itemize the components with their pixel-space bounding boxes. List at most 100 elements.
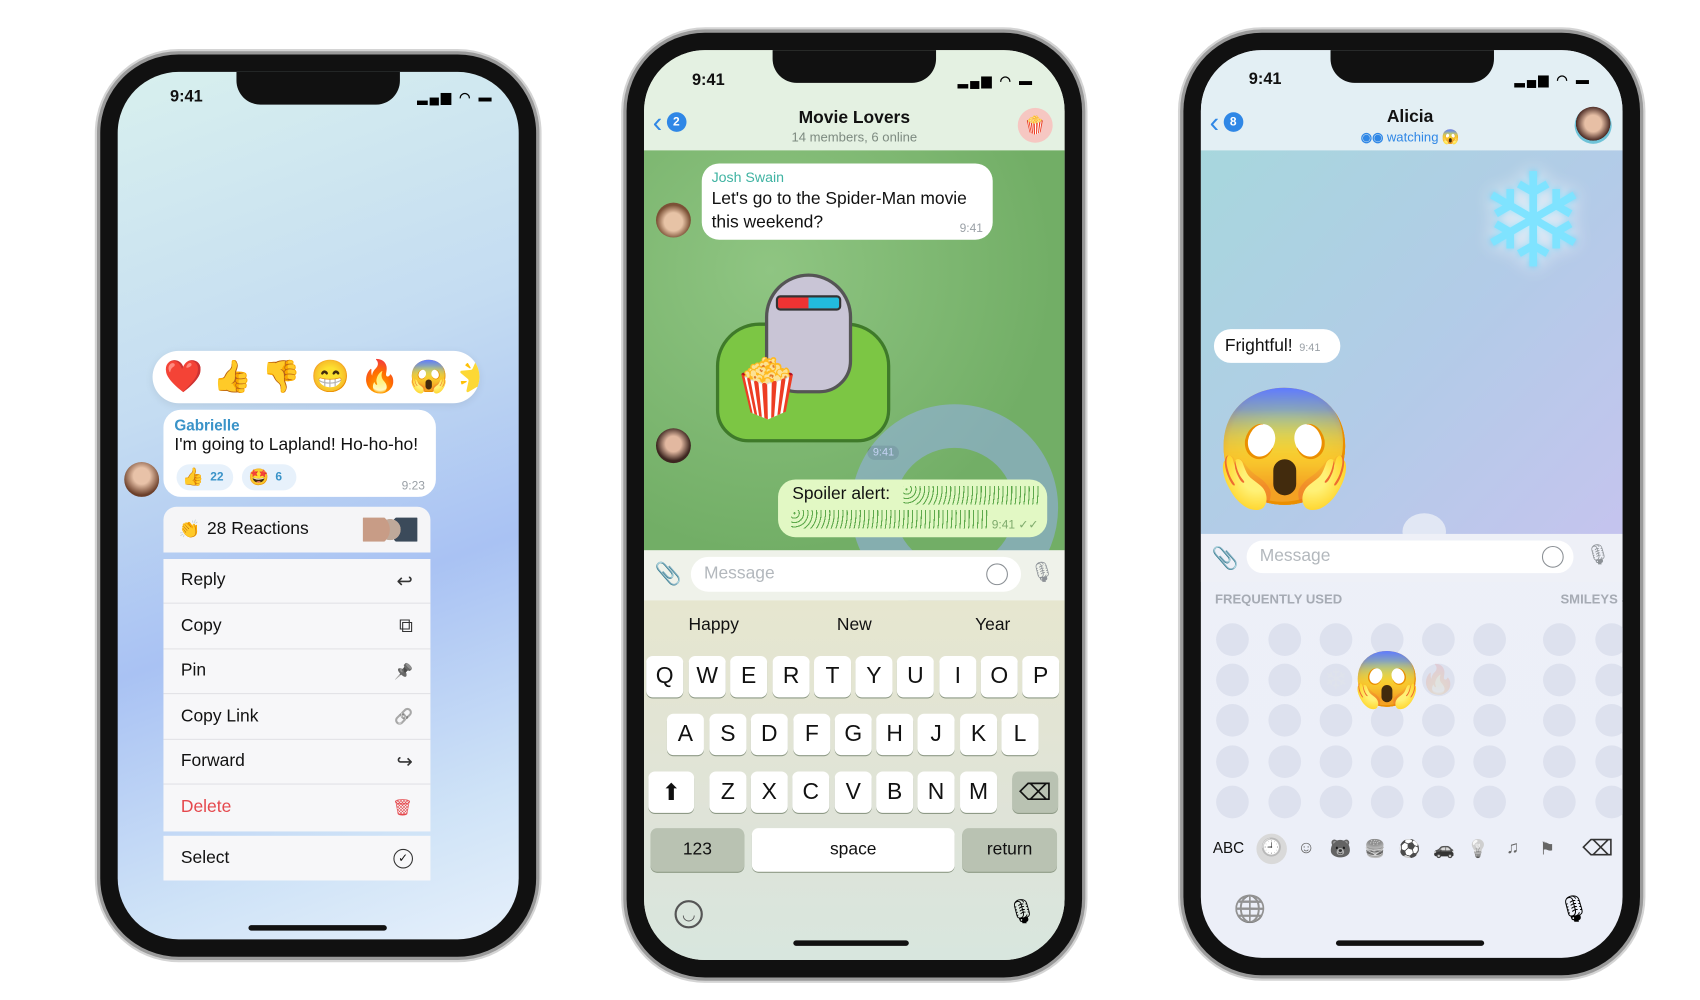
message-bubble[interactable]: Josh Swain Let's go to the Spider-Man mo…	[701, 163, 993, 240]
spoiler-hidden-text[interactable]	[903, 486, 1040, 505]
reaction-heart[interactable]: ❤️	[163, 359, 202, 396]
emoji-placeholder[interactable]	[1319, 623, 1353, 656]
sticker-armchair[interactable]: 🍿	[705, 268, 901, 453]
emoji-placeholder[interactable]	[1543, 745, 1576, 779]
key-g[interactable]: G	[834, 713, 872, 756]
key-j[interactable]: J	[917, 713, 955, 756]
key-x[interactable]: X	[750, 771, 788, 813]
emoji-placeholder[interactable]	[1319, 745, 1353, 779]
key-z[interactable]: Z	[709, 771, 747, 813]
reaction-chip-star-eyes[interactable]: 🤩 6	[241, 464, 297, 491]
menu-item-copy-link[interactable]: Copy Link 🔗	[163, 695, 431, 740]
emoji-placeholder[interactable]	[1268, 623, 1302, 656]
mic-icon[interactable]: 🎙	[1586, 544, 1611, 567]
animated-scream-emoji[interactable]: 😱	[1214, 381, 1356, 515]
spoiler-hidden-text[interactable]	[791, 509, 988, 529]
emoji-placeholder[interactable]	[1422, 745, 1455, 779]
emoji-keyboard-icon[interactable]: ◡	[674, 900, 703, 929]
backspace-key[interactable]: ⌫	[1012, 771, 1059, 813]
emoji-placeholder[interactable]	[1216, 785, 1249, 819]
dictation-mic-icon[interactable]: 🎙	[1007, 898, 1037, 926]
space-key[interactable]: space	[751, 828, 955, 872]
category-animals-icon[interactable]: 🐻	[1330, 838, 1352, 860]
key-e[interactable]: E	[730, 655, 768, 698]
reaction-fire[interactable]: 🔥	[360, 359, 399, 396]
key-y[interactable]: Y	[855, 655, 893, 698]
message-bubble[interactable]: Gabrielle I'm going to Lapland! Ho-ho-ho…	[163, 409, 436, 497]
attach-icon[interactable]: 📎	[655, 560, 682, 587]
key-d[interactable]: D	[750, 713, 788, 756]
dictation-mic-icon[interactable]: 🎙	[1557, 894, 1590, 926]
key-h[interactable]: H	[876, 713, 914, 756]
category-symbols-icon[interactable]: ♫	[1506, 839, 1519, 859]
emoji-placeholder[interactable]	[1473, 745, 1506, 779]
message-input[interactable]: Message	[690, 556, 1022, 592]
key-s[interactable]: S	[709, 713, 747, 756]
reaction-thumbs-down[interactable]: 👎	[262, 359, 301, 396]
reactions-summary-row[interactable]: 👏 28 Reactions	[163, 506, 431, 553]
globe-icon[interactable]: 🌐	[1234, 894, 1267, 926]
key-v[interactable]: V	[834, 771, 872, 813]
key-k[interactable]: K	[960, 713, 998, 756]
key-a[interactable]: A	[666, 713, 704, 756]
picked-scream-emoji[interactable]: 😱	[1353, 648, 1421, 712]
menu-item-forward[interactable]: Forward ↪	[163, 740, 431, 785]
reaction-thumbs-up[interactable]: 👍	[213, 359, 252, 396]
key-q[interactable]: Q	[646, 655, 684, 698]
menu-item-select[interactable]: Select ✓	[163, 835, 431, 881]
shift-key[interactable]: ⬆	[648, 771, 695, 813]
category-smileys-icon[interactable]: ☺	[1297, 839, 1315, 859]
emoji-placeholder[interactable]	[1473, 663, 1506, 697]
category-flags-icon[interactable]: ⚑	[1539, 838, 1555, 860]
menu-item-delete[interactable]: Delete 🗑	[163, 785, 430, 830]
key-l[interactable]: L	[1001, 713, 1039, 756]
suggestion-2[interactable]: New	[837, 616, 872, 636]
emoji-placeholder[interactable]	[1216, 703, 1249, 737]
back-button[interactable]: ‹ 8	[1210, 108, 1243, 136]
emoji-placeholder[interactable]	[1268, 663, 1302, 697]
emoji-placeholder[interactable]	[1422, 623, 1455, 656]
emoji-placeholder[interactable]	[1595, 623, 1623, 656]
back-button[interactable]: ‹ 2	[653, 108, 687, 136]
category-travel-icon[interactable]: 🚗	[1433, 838, 1455, 860]
emoji-placeholder[interactable]	[1422, 785, 1455, 819]
attach-icon[interactable]: 📎	[1212, 545, 1239, 572]
emoji-placeholder[interactable]	[1319, 703, 1353, 737]
emoji-placeholder[interactable]	[1268, 785, 1302, 819]
emoji-placeholder[interactable]	[1216, 663, 1249, 697]
menu-item-pin[interactable]: Pin 📌	[163, 649, 431, 695]
category-food-icon[interactable]: 🍔	[1364, 838, 1386, 860]
emoji-placeholder[interactable]	[1595, 785, 1623, 819]
emoji-placeholder[interactable]	[1216, 745, 1249, 779]
group-avatar[interactable]: 🍿	[1017, 107, 1053, 143]
suggestion-3[interactable]: Year	[975, 616, 1010, 636]
key-m[interactable]: M	[960, 771, 998, 813]
category-activity-icon[interactable]: ⚽	[1399, 838, 1421, 860]
emoji-placeholder[interactable]	[1473, 703, 1506, 737]
emoji-backspace-icon[interactable]: ⌫	[1582, 835, 1613, 862]
reaction-more[interactable]: 🌟	[458, 359, 479, 396]
emoji-placeholder[interactable]	[1595, 745, 1623, 779]
abc-button[interactable]: ABC	[1213, 839, 1244, 856]
emoji-placeholder[interactable]	[1543, 703, 1576, 737]
emoji-placeholder[interactable]	[1543, 663, 1576, 697]
emoji-placeholder[interactable]	[1319, 785, 1353, 819]
emoji-placeholder[interactable]	[1370, 745, 1404, 779]
reaction-chip-thumbs[interactable]: 👍 22	[176, 464, 234, 491]
menu-item-reply[interactable]: Reply ↩	[163, 559, 431, 604]
key-c[interactable]: C	[792, 771, 830, 813]
message-input[interactable]: Message	[1246, 540, 1574, 574]
emoji-placeholder[interactable]	[1543, 785, 1576, 819]
category-objects-icon[interactable]: 💡	[1467, 838, 1489, 860]
emoji-placeholder[interactable]	[1595, 663, 1623, 697]
key-t[interactable]: T	[814, 655, 852, 698]
key-w[interactable]: W	[688, 655, 726, 698]
emoji-placeholder[interactable]	[1216, 623, 1249, 656]
reaction-scream[interactable]: 😱	[409, 359, 448, 396]
key-n[interactable]: N	[917, 771, 955, 813]
emoji-placeholder[interactable]	[1473, 623, 1506, 656]
emoji-placeholder[interactable]	[1422, 703, 1455, 737]
emoji-placeholder[interactable]	[1268, 703, 1302, 737]
emoji-placeholder[interactable]	[1595, 703, 1623, 737]
menu-item-copy[interactable]: Copy ⧉	[163, 604, 431, 649]
